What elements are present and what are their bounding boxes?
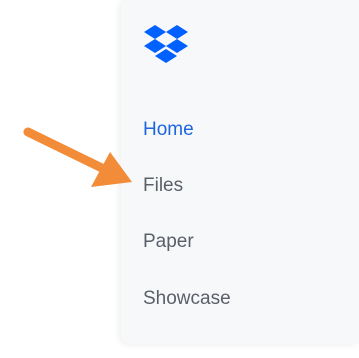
sidebar-item-paper[interactable]: Paper: [143, 230, 194, 254]
sidebar-item-home[interactable]: Home: [143, 118, 194, 142]
dropbox-logo-icon[interactable]: [144, 24, 188, 66]
arrow-pointer-icon: [23, 127, 132, 187]
sidebar-item-showcase[interactable]: Showcase: [143, 287, 231, 311]
screenshot-stage: Home Files Paper Showcase: [0, 0, 359, 358]
sidebar-item-files[interactable]: Files: [143, 174, 183, 198]
